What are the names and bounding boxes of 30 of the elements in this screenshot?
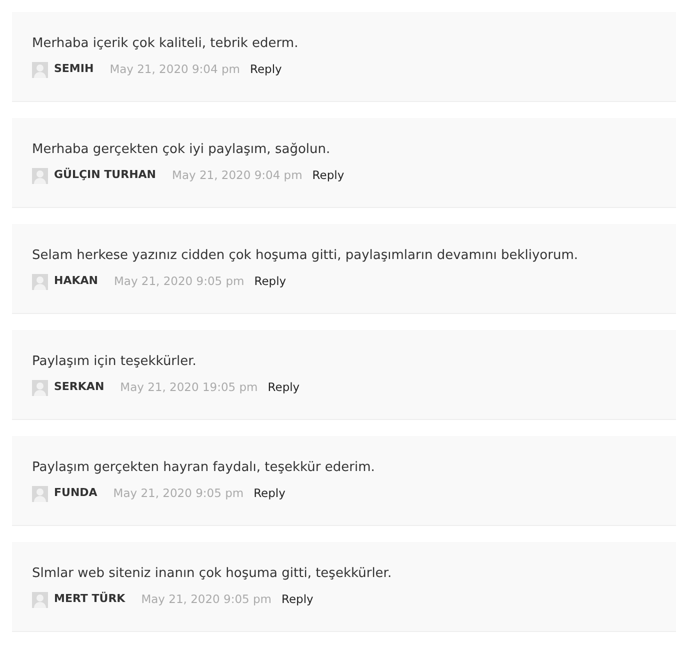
comment-date: May 21, 2020 9:05 pm: [141, 591, 272, 608]
reply-link[interactable]: Reply: [281, 591, 314, 608]
reply-link[interactable]: Reply: [312, 167, 344, 184]
comment-date: May 21, 2020 9:04 pm: [172, 167, 302, 184]
avatar-icon: [32, 62, 48, 78]
avatar-icon: [32, 592, 48, 608]
comment-text: Merhaba içerik çok kaliteli, tebrik ederm.: [32, 35, 300, 53]
comment-text: Paylaşım için teşekkürler.: [32, 353, 198, 371]
avatar-icon: [32, 168, 48, 184]
author-name: HAKAN: [54, 273, 98, 290]
author-name: FUNDA: [54, 485, 98, 502]
reply-link[interactable]: Reply: [250, 61, 282, 78]
comment-text: Merhaba gerçekten çok iyi paylaşım, sağolun.: [32, 141, 332, 159]
author-name: MERT TÜRK: [54, 591, 126, 608]
comment-text: Paylaşım gerçekten hayran faydalı, teşekkür ederim.: [32, 459, 376, 477]
comment-text: Slmlar web siteniz inanın çok hoşuma gitti, teşekkürler.: [32, 565, 393, 583]
reply-link[interactable]: Reply: [254, 485, 286, 502]
comment-date: May 21, 2020 9:04 pm: [110, 61, 240, 78]
author-name: SEMIH: [54, 61, 94, 78]
author-name: SERKAN: [54, 379, 104, 396]
reply-link[interactable]: Reply: [268, 379, 300, 396]
avatar-icon: [32, 274, 48, 290]
comment-text: Selam herkese yazınız cidden çok hoşuma gitti, paylaşımların devamını bekliyorum.: [32, 247, 580, 265]
reply-link[interactable]: Reply: [254, 273, 286, 290]
avatar-icon: [32, 486, 48, 502]
comment-date: May 21, 2020 9:05 pm: [113, 485, 244, 502]
comment-date: May 21, 2020 9:05 pm: [114, 273, 244, 290]
author-name: GÜLÇIN TURHAN: [54, 167, 156, 184]
comment-date: May 21, 2020 19:05 pm: [120, 379, 258, 396]
avatar-icon: [32, 380, 48, 396]
